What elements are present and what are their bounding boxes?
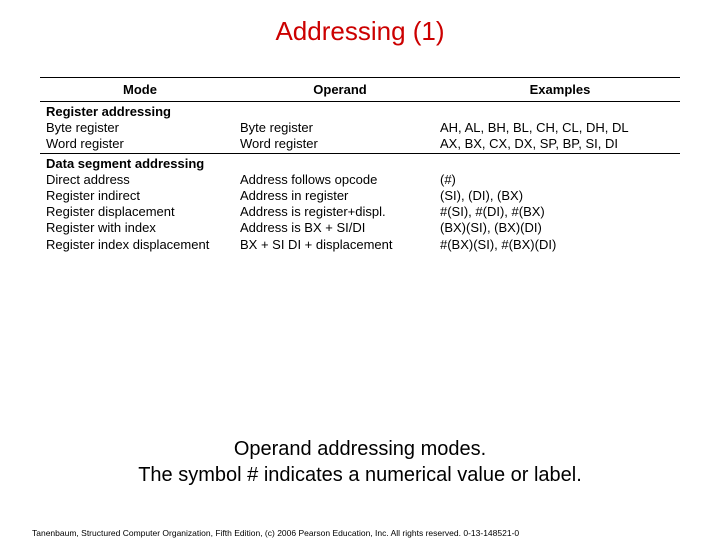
cell-mode: Register indirect bbox=[40, 188, 240, 204]
slide-title: Addressing (1) bbox=[0, 16, 720, 47]
table-row: Register index displacement BX + SI DI +… bbox=[40, 237, 680, 253]
header-mode: Mode bbox=[40, 82, 240, 97]
table-header-row: Mode Operand Examples bbox=[40, 78, 680, 101]
section-data-segment: Data segment addressing bbox=[40, 154, 680, 172]
table-row: Register indirect Address in register (S… bbox=[40, 188, 680, 204]
cell-examples: AH, AL, BH, BL, CH, CL, DH, DL bbox=[440, 120, 680, 136]
addressing-table: Mode Operand Examples Register addressin… bbox=[40, 77, 680, 253]
cell-operand: Address is BX + SI/DI bbox=[240, 220, 440, 236]
cell-examples: #(SI), #(DI), #(BX) bbox=[440, 204, 680, 220]
table-row: Byte register Byte register AH, AL, BH, … bbox=[40, 120, 680, 136]
cell-mode: Register with index bbox=[40, 220, 240, 236]
table-row: Register displacement Address is registe… bbox=[40, 204, 680, 220]
cell-mode: Register index displacement bbox=[40, 237, 240, 253]
cell-operand: Byte register bbox=[240, 120, 440, 136]
cell-operand: Word register bbox=[240, 136, 440, 152]
cell-examples: (SI), (DI), (BX) bbox=[440, 188, 680, 204]
cell-examples: (#) bbox=[440, 172, 680, 188]
cell-mode: Direct address bbox=[40, 172, 240, 188]
header-operand: Operand bbox=[240, 82, 440, 97]
caption-line2: The symbol # indicates a numerical value… bbox=[0, 462, 720, 488]
cell-mode: Word register bbox=[40, 136, 240, 152]
header-examples: Examples bbox=[440, 82, 680, 97]
cell-operand: Address in register bbox=[240, 188, 440, 204]
cell-examples: #(BX)(SI), #(BX)(DI) bbox=[440, 237, 680, 253]
cell-mode: Byte register bbox=[40, 120, 240, 136]
cell-examples: AX, BX, CX, DX, SP, BP, SI, DI bbox=[440, 136, 680, 152]
table-row: Register with index Address is BX + SI/D… bbox=[40, 220, 680, 236]
cell-operand: BX + SI DI + displacement bbox=[240, 237, 440, 253]
cell-mode: Register displacement bbox=[40, 204, 240, 220]
section-register: Register addressing bbox=[40, 102, 680, 120]
table-row: Direct address Address follows opcode (#… bbox=[40, 172, 680, 188]
cell-operand: Address follows opcode bbox=[240, 172, 440, 188]
cell-examples: (BX)(SI), (BX)(DI) bbox=[440, 220, 680, 236]
cell-operand: Address is register+displ. bbox=[240, 204, 440, 220]
slide-caption: Operand addressing modes. The symbol # i… bbox=[0, 436, 720, 488]
table-row: Word register Word register AX, BX, CX, … bbox=[40, 136, 680, 152]
caption-line1: Operand addressing modes. bbox=[0, 436, 720, 462]
copyright-footer: Tanenbaum, Structured Computer Organizat… bbox=[32, 528, 519, 538]
